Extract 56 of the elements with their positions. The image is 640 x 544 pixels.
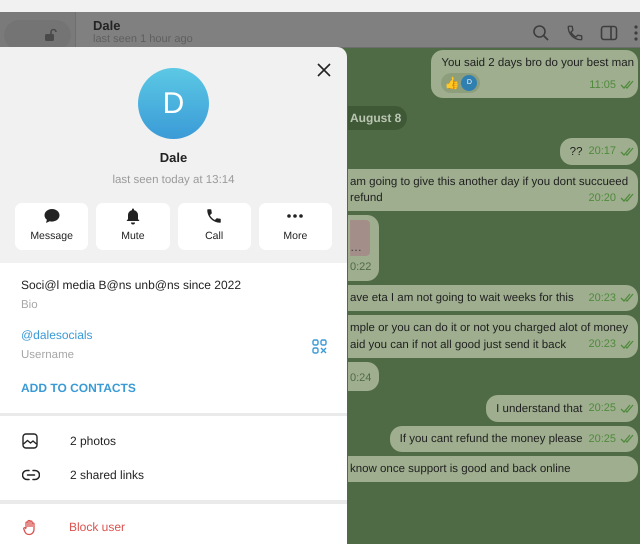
shared-media-item[interactable]: 2 photos <box>0 424 347 458</box>
message-text: ave eta I am not going to wait weeks for this <box>350 291 574 306</box>
message-time: 20:25 <box>588 401 616 416</box>
message-time: 20:20 <box>588 190 616 206</box>
read-checkmarks-icon <box>620 340 634 349</box>
message-text: If you cant refund the money please <box>400 432 582 447</box>
bio-text: Soci@l media B@ns unb@ns since 2022 <box>21 278 242 293</box>
chat-title: Dale <box>93 18 122 33</box>
close-icon <box>317 63 331 77</box>
message-text: aid you can if not all good just send it back <box>350 338 566 352</box>
date-label: August 8 <box>348 106 408 130</box>
sidebar-toggle-icon[interactable] <box>600 24 618 42</box>
message-text: mple or you can do it or not you charged alot of money <box>350 321 630 336</box>
read-checkmarks-icon <box>620 80 634 90</box>
more-icon <box>286 214 304 218</box>
link-icon <box>22 469 40 482</box>
profile-action-button[interactable]: More <box>258 202 332 250</box>
message-time: 11:05 <box>589 78 616 92</box>
message-time: 0:24 <box>350 370 372 386</box>
chat-bubble-icon <box>42 207 61 226</box>
search-icon[interactable] <box>532 24 550 42</box>
close-button[interactable] <box>315 61 333 79</box>
shared-media-item[interactable]: 2 shared links <box>0 458 347 492</box>
profile-action-button[interactable]: Call <box>178 202 251 250</box>
message-time: 20:17 <box>588 144 616 159</box>
read-checkmarks-icon <box>620 434 634 444</box>
image-thumbnail[interactable]: … <box>350 220 370 256</box>
message-text: know once support is good and back online <box>350 462 571 477</box>
read-checkmarks-icon <box>620 146 634 156</box>
message-text: am going to give this another day if you dont succueed <box>350 174 630 190</box>
unlock-icon[interactable] <box>43 28 57 42</box>
reaction-emoji: 👍 <box>444 75 460 91</box>
read-checkmarks-icon <box>620 193 634 202</box>
username-label: Username <box>21 348 76 362</box>
phone-icon[interactable] <box>566 24 584 42</box>
message-text: You said 2 days bro do your best man <box>441 56 634 71</box>
message-time: 20:25 <box>588 432 616 446</box>
profile-name: Dale <box>160 149 188 167</box>
more-menu-icon[interactable] <box>634 25 638 41</box>
avatar: D <box>138 68 209 139</box>
bio-label: Bio <box>21 298 39 312</box>
qr-code-icon[interactable] <box>312 338 327 354</box>
read-checkmarks-icon <box>620 293 634 302</box>
profile-action-button[interactable]: Mute <box>96 202 170 250</box>
profile-status: last seen today at 13:14 <box>112 172 235 188</box>
message-text: I understand that <box>496 402 582 416</box>
bell-icon <box>124 207 142 226</box>
message-time: 20:23 <box>588 290 616 306</box>
message-time: 20:23 <box>588 337 616 352</box>
message-text: refund <box>350 191 383 206</box>
image-icon <box>22 433 38 450</box>
phone-icon <box>205 207 224 226</box>
message-text: ?? <box>570 144 582 160</box>
message-time: 0:22 <box>350 260 372 275</box>
read-checkmarks-icon <box>620 404 634 413</box>
profile-action-button[interactable]: Message <box>15 202 88 250</box>
